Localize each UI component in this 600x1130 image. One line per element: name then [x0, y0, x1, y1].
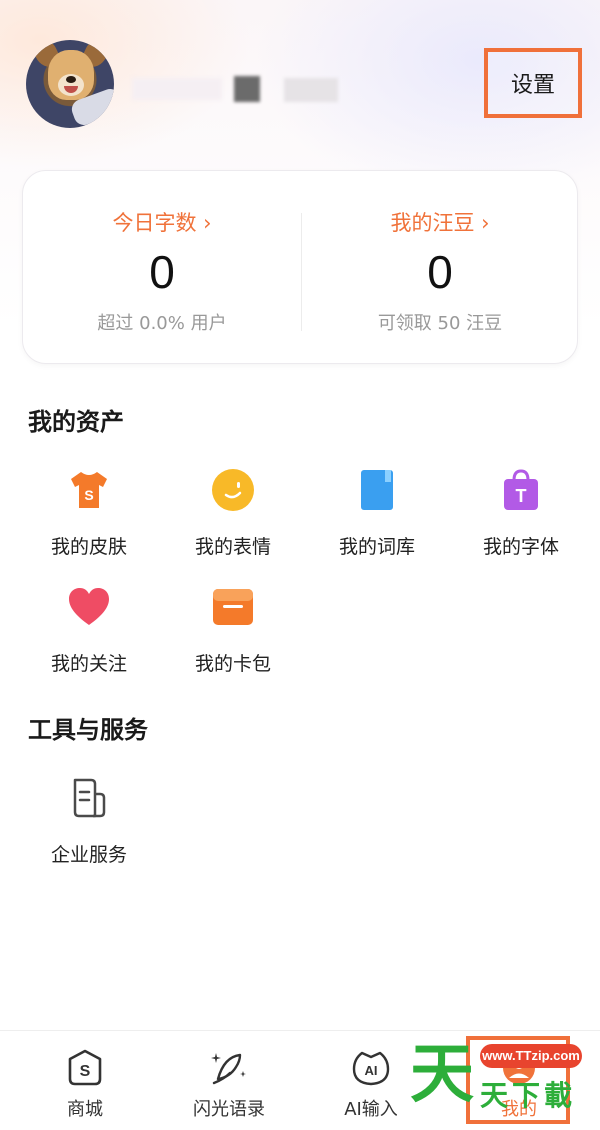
asset-item-font[interactable]: T 我的字体 — [449, 468, 589, 578]
assets-section-title: 我的资产 — [28, 408, 124, 436]
settings-button[interactable]: 设置 — [484, 48, 582, 118]
today-word-count-sub: 超过 0.0% 用户 — [97, 313, 227, 334]
chevron-right-icon: › — [196, 211, 212, 235]
asset-item-label: 我的字体 — [482, 536, 559, 558]
document-icon — [73, 778, 106, 818]
watermark-url: www.TTzip.com — [480, 1044, 582, 1068]
tool-item-enterprise[interactable]: 企业服务 — [17, 776, 157, 886]
tshirt-icon: S — [71, 472, 107, 508]
asset-item-skin[interactable]: S 我的皮肤 — [17, 468, 157, 578]
tool-item-label: 企业服务 — [50, 844, 127, 866]
my-beans-sub: 可领取 50 汪豆 — [377, 313, 503, 334]
avatar[interactable] — [26, 40, 114, 128]
svg-text:S: S — [84, 487, 93, 503]
username-blur-block — [132, 78, 222, 100]
tab-flash-quotes[interactable]: 闪光语录 — [154, 1031, 304, 1130]
my-beans-value: 0 — [427, 246, 453, 298]
quill-icon — [211, 1053, 246, 1085]
today-word-count-stat[interactable]: 今日字数 › 0 超过 0.0% 用户 — [23, 171, 301, 365]
asset-item-wallet[interactable]: 我的卡包 — [161, 585, 301, 695]
shopping-bag-icon: T — [504, 469, 538, 510]
asset-item-dictionary[interactable]: 我的词库 — [305, 468, 445, 578]
ai-icon: AI — [352, 1051, 390, 1086]
today-word-count-value: 0 — [149, 246, 175, 298]
svg-text:AI: AI — [365, 1063, 378, 1078]
chevron-right-icon: › — [474, 211, 490, 235]
store-icon: S — [68, 1049, 102, 1086]
asset-item-label: 我的关注 — [50, 653, 127, 675]
asset-item-label: 我的词库 — [338, 536, 415, 558]
smiley-icon — [212, 469, 254, 511]
today-word-count-label: 今日字数 — [112, 211, 197, 235]
username-blur-block — [234, 76, 260, 102]
username-blur-block — [284, 78, 338, 102]
wallet-icon — [213, 589, 253, 625]
watermark-text: 天下載 — [480, 1079, 577, 1112]
tools-section-title: 工具与服务 — [28, 716, 148, 744]
my-beans-label: 我的汪豆 — [390, 211, 475, 235]
asset-item-label: 我的表情 — [194, 536, 271, 558]
watermark-big-char: 天 — [410, 1038, 474, 1112]
svg-text:T: T — [516, 486, 527, 506]
asset-item-emoji[interactable]: 我的表情 — [161, 468, 301, 578]
asset-item-label: 我的皮肤 — [50, 536, 127, 558]
my-beans-title[interactable]: 我的汪豆 › — [301, 207, 579, 237]
tab-label: 闪光语录 — [193, 1099, 265, 1120]
tab-store[interactable]: S 商城 — [10, 1031, 160, 1130]
book-icon — [361, 470, 393, 510]
asset-item-label: 我的卡包 — [194, 653, 271, 675]
heart-icon — [69, 588, 109, 625]
my-beans-stat[interactable]: 我的汪豆 › 0 可领取 50 汪豆 — [301, 171, 579, 365]
svg-text:S: S — [80, 1063, 91, 1080]
stats-card: 今日字数 › 0 超过 0.0% 用户 我的汪豆 › 0 可领取 50 汪豆 — [22, 170, 578, 364]
username-blurred — [132, 72, 362, 106]
tab-label: 商城 — [67, 1099, 103, 1120]
watermark-logo: 天 www.TTzip.com 天下載 — [410, 1040, 585, 1120]
profile-header: 设置 — [0, 0, 600, 160]
asset-item-follow[interactable]: 我的关注 — [17, 585, 157, 695]
today-word-count-title[interactable]: 今日字数 › — [23, 207, 301, 237]
avatar-dog-nose — [66, 76, 76, 83]
